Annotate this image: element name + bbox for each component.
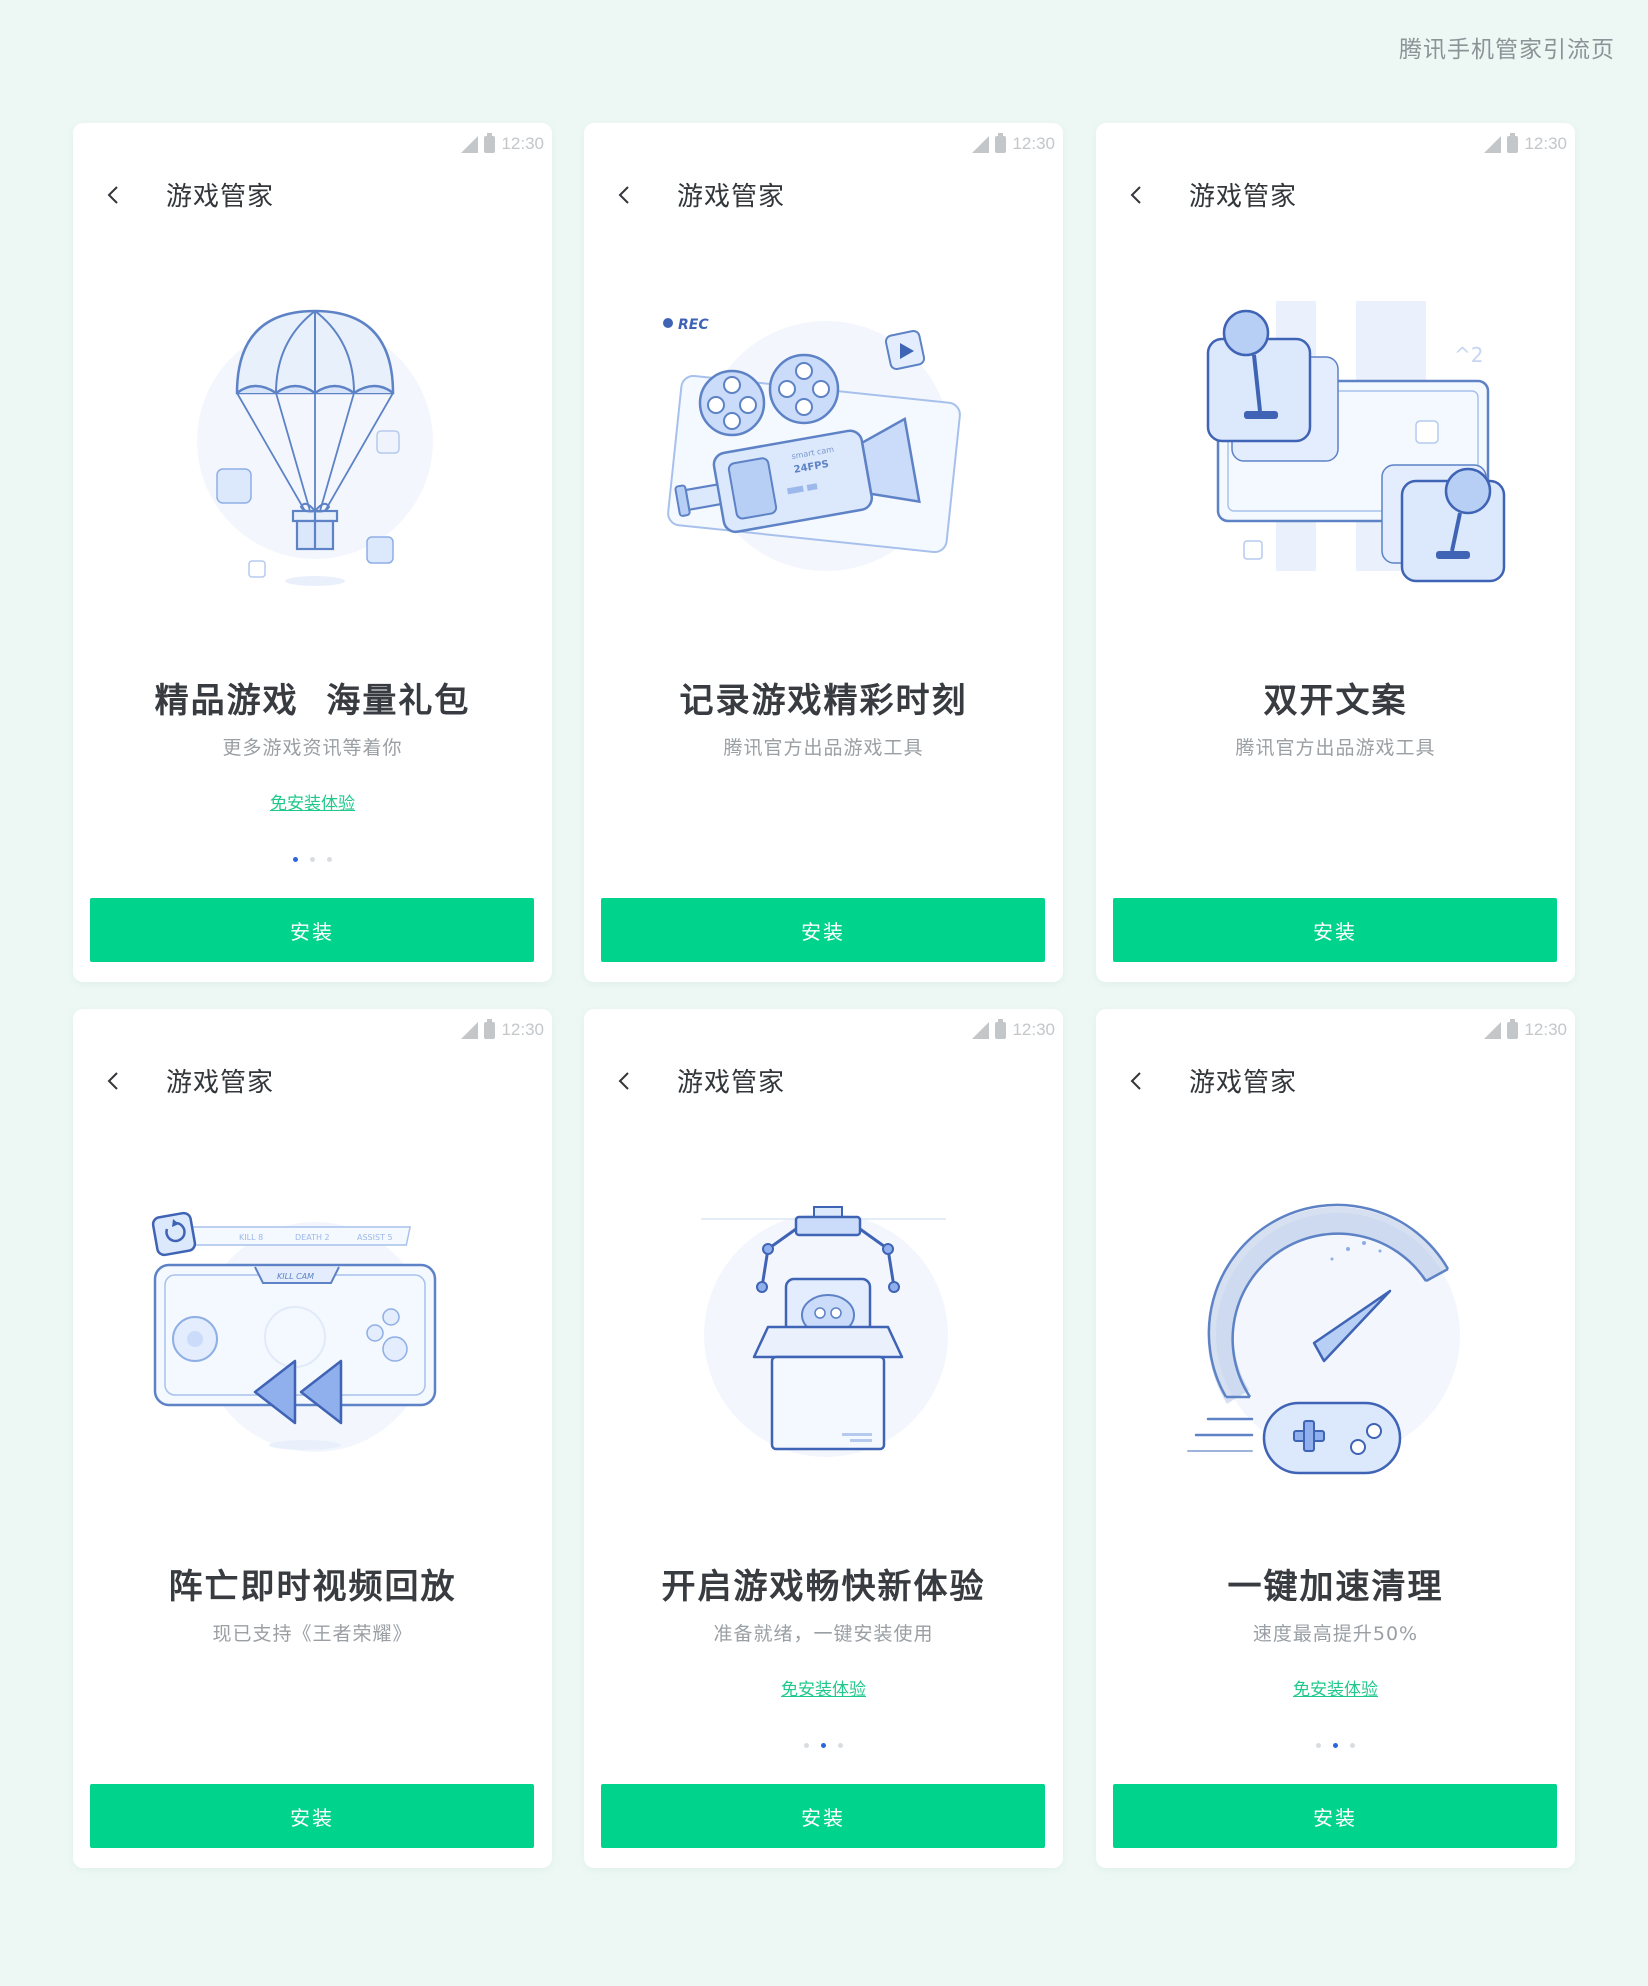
back-arrow-icon[interactable]: [614, 185, 634, 205]
subline: 腾讯官方出品游戏工具: [1235, 737, 1436, 759]
status-time: 12:30: [501, 1020, 544, 1039]
battery-icon: [484, 132, 496, 153]
dual-joystick-icon: ^2: [1206, 301, 1506, 583]
trial-link[interactable]: 免安装体验: [1096, 1675, 1575, 1700]
nav-bar: 游戏管家: [73, 1051, 552, 1111]
rec-label: REC: [678, 317, 709, 333]
signal-icon: [972, 1021, 990, 1039]
back-arrow-icon[interactable]: [103, 1071, 123, 1091]
screen-card-gifts: 12:30 游戏管家 精品游戏 海量礼包 更多游戏资讯等着你 免安装体验 安装: [73, 123, 552, 982]
page-dot: [1316, 1743, 1321, 1748]
parachute-gift-icon: [197, 309, 433, 586]
nav-title: 游戏管家: [677, 1068, 786, 1098]
nav-bar: 游戏管家: [1096, 165, 1575, 225]
subline: 速度最高提升50%: [1252, 1623, 1419, 1645]
headline: 双开文案: [1263, 681, 1408, 721]
subline: 更多游戏资讯等着你: [222, 737, 403, 759]
back-arrow-icon[interactable]: [1126, 185, 1146, 205]
status-bar: 12:30: [972, 1017, 1055, 1043]
page-dot: [310, 857, 315, 862]
battery-icon: [1507, 132, 1519, 153]
back-arrow-icon[interactable]: [614, 1071, 634, 1091]
screen-card-replay: 12:30 游戏管家 KILL 8 DEATH 2 ASSIST 5 KILL …: [73, 1009, 552, 1868]
page-dot-active: [293, 857, 298, 862]
battery-icon: [1507, 1018, 1519, 1039]
signal-icon: [972, 135, 990, 153]
nav-title: 游戏管家: [677, 182, 786, 212]
signal-icon: [1484, 1021, 1502, 1039]
speedometer-gamepad-icon: [1187, 1203, 1460, 1475]
claw-box-icon: [701, 1206, 948, 1457]
page-indicator: [584, 1743, 1063, 1748]
screen-card-install: 12:30 游戏管家 开启游戏畅快新体验 准备就绪，一键安装使用 免安装体验 安…: [584, 1009, 1063, 1868]
nav-title: 游戏管家: [166, 1068, 275, 1098]
install-button[interactable]: 安装: [90, 898, 534, 962]
install-button[interactable]: 安装: [1113, 898, 1557, 962]
subline: 现已支持《王者荣耀》: [212, 1623, 413, 1645]
video-camera-icon: REC smart cam 24FPS: [663, 317, 961, 571]
status-bar: 12:30: [461, 131, 544, 157]
signal-icon: [1484, 135, 1502, 153]
assist-stat: ASSIST 5: [357, 1233, 393, 1242]
trial-link[interactable]: 免安装体验: [73, 789, 552, 814]
status-time: 12:30: [1524, 1020, 1567, 1039]
install-button[interactable]: 安装: [1113, 1784, 1557, 1848]
page-dot: [327, 857, 332, 862]
page-caption: 腾讯手机管家引流页: [1399, 37, 1615, 63]
screen-card-dual: 12:30 游戏管家 ^2 双开文案 腾讯官方出品游戏工具 安装: [1096, 123, 1575, 982]
nav-bar: 游戏管家: [1096, 1051, 1575, 1111]
status-time: 12:30: [501, 134, 544, 153]
nav-title: 游戏管家: [166, 182, 275, 212]
back-arrow-icon[interactable]: [103, 185, 123, 205]
page-dot: [838, 1743, 843, 1748]
status-bar: 12:30: [461, 1017, 544, 1043]
nav-bar: 游戏管家: [73, 165, 552, 225]
screen-card-record: 12:30 游戏管家 REC smart cam 24FPS 记录游戏精彩时刻 …: [584, 123, 1063, 982]
power-label: ^2: [1454, 343, 1483, 367]
headline: 开启游戏畅快新体验: [661, 1567, 986, 1607]
battery-icon: [484, 1018, 496, 1039]
kill-stat: KILL 8: [239, 1233, 263, 1242]
nav-title: 游戏管家: [1189, 1068, 1298, 1098]
page-dot: [804, 1743, 809, 1748]
headline: 精品游戏 海量礼包: [154, 681, 471, 721]
page-indicator: [1096, 1743, 1575, 1748]
headline: 记录游戏精彩时刻: [679, 681, 968, 721]
subline: 准备就绪，一键安装使用: [713, 1623, 934, 1645]
headline: 一键加速清理: [1227, 1567, 1444, 1607]
status-bar: 12:30: [972, 131, 1055, 157]
battery-icon: [995, 1018, 1007, 1039]
status-time: 12:30: [1524, 134, 1567, 153]
screen-card-boost: 12:30 游戏管家 一键加速清理 速度最高提升50% 免安装体验 安装: [1096, 1009, 1575, 1868]
nav-title: 游戏管家: [1189, 182, 1298, 212]
nav-bar: 游戏管家: [584, 165, 1063, 225]
rewind-replay-icon: KILL 8 DEATH 2 ASSIST 5 KILL CAM: [151, 1211, 437, 1452]
page-dot: [1350, 1743, 1355, 1748]
status-time: 12:30: [1012, 1020, 1055, 1039]
killcam-label: KILL CAM: [277, 1272, 314, 1281]
signal-icon: [461, 135, 479, 153]
page-dot-active: [1333, 1743, 1338, 1748]
install-button[interactable]: 安装: [601, 898, 1045, 962]
install-button[interactable]: 安装: [601, 1784, 1045, 1848]
trial-link[interactable]: 免安装体验: [584, 1675, 1063, 1700]
page-dot-active: [821, 1743, 826, 1748]
death-stat: DEATH 2: [295, 1233, 330, 1242]
status-time: 12:30: [1012, 134, 1055, 153]
install-button[interactable]: 安装: [90, 1784, 534, 1848]
subline: 腾讯官方出品游戏工具: [723, 737, 924, 759]
page-indicator: [73, 857, 552, 862]
back-arrow-icon[interactable]: [1126, 1071, 1146, 1091]
battery-icon: [995, 132, 1007, 153]
status-bar: 12:30: [1484, 1017, 1567, 1043]
status-bar: 12:30: [1484, 131, 1567, 157]
headline: 阵亡即时视频回放: [168, 1567, 457, 1607]
signal-icon: [461, 1021, 479, 1039]
nav-bar: 游戏管家: [584, 1051, 1063, 1111]
